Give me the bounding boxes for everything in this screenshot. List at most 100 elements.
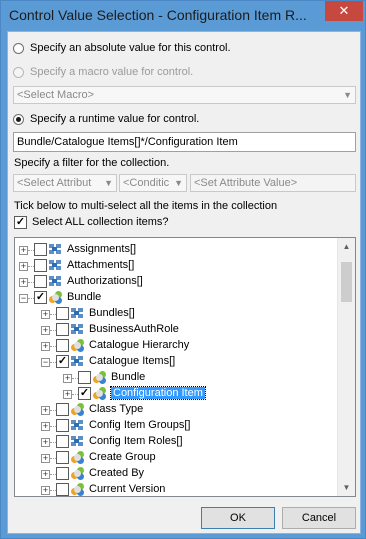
expand-icon[interactable]: + xyxy=(41,422,50,431)
tree-node[interactable]: + Config Item Roles[] xyxy=(15,434,335,450)
object-icon xyxy=(93,387,107,401)
absolute-value-radio[interactable] xyxy=(13,43,24,54)
scroll-down-icon[interactable]: ▼ xyxy=(338,479,355,496)
select-all-checkbox[interactable]: ✓ xyxy=(14,216,27,229)
tree-node[interactable]: − ✓ Catalogue Items[] xyxy=(15,354,335,370)
tree-node-checkbox[interactable] xyxy=(56,339,69,352)
tree-node[interactable]: + Bundle xyxy=(15,370,335,386)
tree-node[interactable]: + Class Type xyxy=(15,402,335,418)
expand-icon[interactable]: + xyxy=(41,310,50,319)
expand-icon[interactable]: + xyxy=(41,342,50,351)
tree-node-label: Bundle xyxy=(111,371,146,383)
chevron-down-icon: ▼ xyxy=(174,178,183,188)
tree-node-label: Create Group xyxy=(89,451,156,463)
chevron-down-icon: ▼ xyxy=(343,90,352,100)
tree-node[interactable]: + Config Item Groups[] xyxy=(15,418,335,434)
title-bar[interactable]: Control Value Selection - Configuration … xyxy=(1,1,365,29)
scroll-up-icon[interactable]: ▲ xyxy=(338,238,355,255)
expand-icon[interactable]: + xyxy=(41,470,50,479)
runtime-value-radio[interactable] xyxy=(13,114,24,125)
close-button[interactable]: ✕ xyxy=(325,1,363,21)
tree-node-checkbox[interactable] xyxy=(56,419,69,432)
collection-icon xyxy=(71,420,85,432)
expand-icon[interactable]: + xyxy=(41,438,50,447)
tree-node[interactable]: + BusinessAuthRole xyxy=(15,322,335,338)
expand-icon[interactable]: + xyxy=(41,406,50,415)
filter-condition-select[interactable]: <Conditic ▼ xyxy=(119,174,187,192)
expand-icon[interactable]: + xyxy=(41,454,50,463)
macro-value-radio[interactable] xyxy=(13,67,24,78)
object-icon xyxy=(49,291,63,305)
object-icon xyxy=(71,483,85,496)
dialog-body: Specify an absolute value for this contr… xyxy=(7,31,361,534)
macro-select-value: <Select Macro> xyxy=(17,89,95,101)
select-all-label: Select ALL collection items? xyxy=(32,216,169,228)
filter-attribute-select[interactable]: <Select Attribut ▼ xyxy=(13,174,117,192)
collection-icon xyxy=(49,244,63,256)
object-icon xyxy=(71,467,85,481)
tree-node-checkbox[interactable] xyxy=(56,435,69,448)
runtime-value-label: Specify a runtime value for control. xyxy=(30,113,200,125)
expand-icon[interactable]: + xyxy=(63,374,72,383)
collection-icon xyxy=(49,260,63,272)
tree-node-label: Created By xyxy=(89,467,145,479)
tree-node-checkbox[interactable] xyxy=(56,307,69,320)
tree-node-checkbox[interactable] xyxy=(56,403,69,416)
tree-node-label: Config Item Roles[] xyxy=(89,435,183,447)
object-icon xyxy=(71,451,85,465)
tree-node-checkbox[interactable]: ✓ xyxy=(56,355,69,368)
tree-node-checkbox[interactable] xyxy=(78,371,91,384)
tree-node-label: Authorizations[] xyxy=(67,275,143,287)
tree-node-label: Configuration Item xyxy=(110,386,206,400)
tree-node-checkbox[interactable] xyxy=(34,275,47,288)
ok-button[interactable]: OK xyxy=(201,507,275,529)
collection-icon xyxy=(71,356,85,368)
tree-node-checkbox[interactable] xyxy=(34,243,47,256)
expand-icon[interactable]: + xyxy=(19,246,28,255)
collection-icon xyxy=(71,324,85,336)
tree-node-checkbox[interactable] xyxy=(56,451,69,464)
collapse-icon[interactable]: − xyxy=(41,358,50,367)
tree-node-label: BusinessAuthRole xyxy=(89,323,179,335)
tree-scrollbar[interactable]: ▲ ▼ xyxy=(337,238,355,496)
expand-icon[interactable]: + xyxy=(41,326,50,335)
tree-node-label: Attachments[] xyxy=(67,259,135,271)
filter-attribute-value: <Select Attribut xyxy=(17,177,92,189)
runtime-value-field[interactable]: Bundle/Catalogue Items[]*/Configuration … xyxy=(13,132,356,152)
filter-label: Specify a filter for the collection. xyxy=(14,157,170,169)
tree-node-checkbox[interactable] xyxy=(56,483,69,496)
expand-icon[interactable]: + xyxy=(19,262,28,271)
tree-node-checkbox[interactable] xyxy=(56,467,69,480)
filter-value-field[interactable]: <Set Attribute Value> xyxy=(190,174,356,192)
absolute-value-label: Specify an absolute value for this contr… xyxy=(30,42,231,54)
window-title: Control Value Selection - Configuration … xyxy=(9,7,307,23)
collection-icon xyxy=(49,276,63,288)
multiselect-hint: Tick below to multi-select all the items… xyxy=(14,200,278,212)
tree-node-checkbox[interactable] xyxy=(34,259,47,272)
collapse-icon[interactable]: − xyxy=(19,294,28,303)
tree-node[interactable]: − ✓ Bundle xyxy=(15,290,335,306)
expand-icon[interactable]: + xyxy=(41,486,50,495)
tree-node[interactable]: + Bundles[] xyxy=(15,306,335,322)
tree-node[interactable]: + Created By xyxy=(15,466,335,482)
tree-node[interactable]: + Assignments[] xyxy=(15,242,335,258)
tree-node-checkbox[interactable] xyxy=(56,323,69,336)
tree-node-label: Bundle xyxy=(67,291,102,303)
tree-node[interactable]: + Catalogue Hierarchy xyxy=(15,338,335,354)
expand-icon[interactable]: + xyxy=(19,278,28,287)
object-icon xyxy=(93,371,107,385)
collection-icon xyxy=(71,308,85,320)
object-icon xyxy=(71,403,85,417)
tree-node[interactable]: + Attachments[] xyxy=(15,258,335,274)
cancel-button[interactable]: Cancel xyxy=(282,507,356,529)
expand-icon[interactable]: + xyxy=(63,390,72,399)
tree-node[interactable]: + Current Version xyxy=(15,482,335,496)
macro-select[interactable]: <Select Macro> ▼ xyxy=(13,86,356,104)
tree-node-checkbox[interactable]: ✓ xyxy=(78,387,91,400)
collection-tree[interactable]: + Assignments[] + Attachments[] + Authorizati… xyxy=(14,237,356,497)
tree-node-checkbox[interactable]: ✓ xyxy=(34,291,47,304)
tree-node[interactable]: + Authorizations[] xyxy=(15,274,335,290)
scroll-thumb[interactable] xyxy=(341,262,352,302)
tree-node[interactable]: + ✓ Configuration Item xyxy=(15,386,335,402)
tree-node[interactable]: + Create Group xyxy=(15,450,335,466)
